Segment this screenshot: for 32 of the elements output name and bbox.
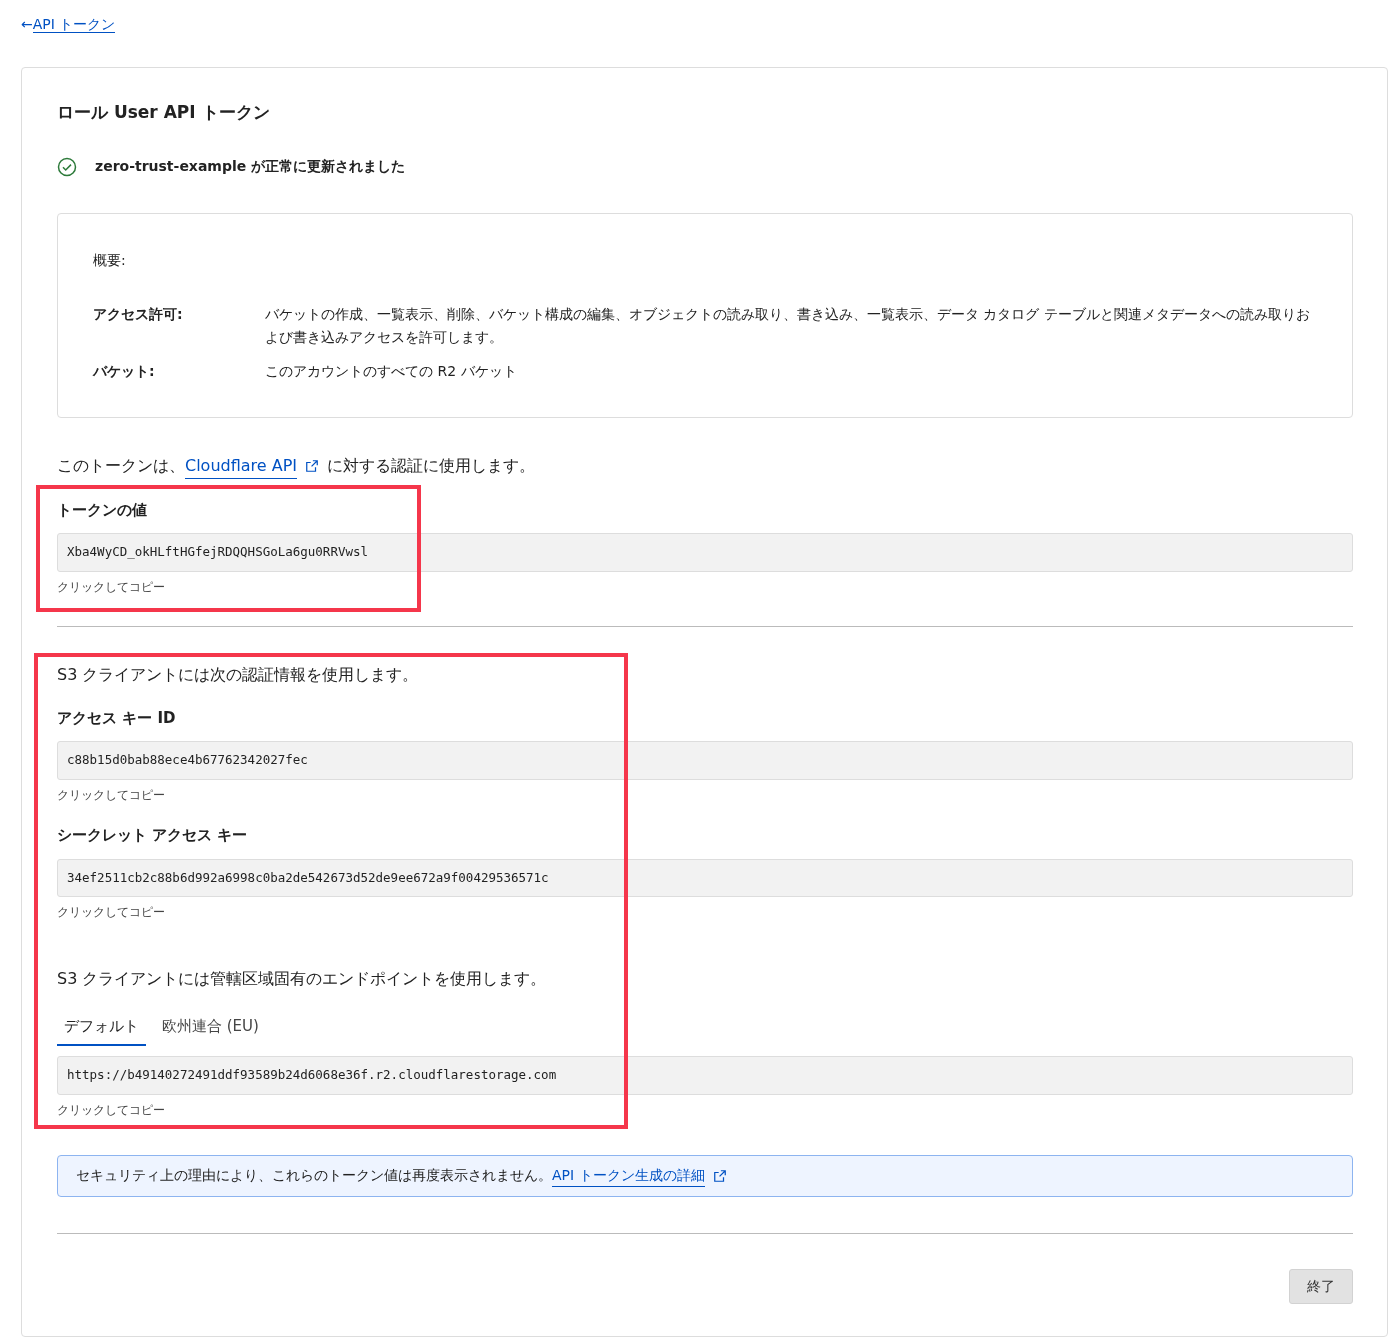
field-label: アクセス キー ID (57, 707, 177, 729)
external-link-icon (712, 1168, 727, 1183)
notice-text: セキュリティ上の理由により、これらのトークン値は再度表示されません。 (76, 1166, 552, 1186)
region-tab[interactable]: 欧州連合 (EU) (155, 1011, 266, 1046)
success-message: zero-trust-example が正常に更新されました (95, 157, 406, 177)
summary-label: アクセス許可: (93, 305, 184, 325)
copy-field[interactable]: 34ef2511cb2c88b6d992a6998c0ba2de542673d52de9ee672a9f00429536571c (57, 858, 1353, 898)
summary-label: バケット: (93, 362, 156, 382)
copy-hint: クリックしてコピー (57, 787, 166, 805)
finish-button[interactable]: 終了 (1289, 1268, 1353, 1304)
check-circle-icon (57, 156, 77, 177)
copy-hint: クリックしてコピー (57, 904, 166, 922)
page-title: ロール User API トークン (57, 102, 271, 123)
section-intro: S3 クライアントには管轄区域固有のエンドポイントを使用します。 (57, 968, 548, 991)
field-label: トークンの値 (57, 499, 148, 521)
section-intro: S3 クライアントには次の認証情報を使用します。 (57, 663, 420, 686)
field-label: シークレット アクセス キー (57, 825, 249, 847)
summary-value: バケットの作成、一覧表示、削除、バケット構成の編集、オブジェクトの読み取り、書き込み、一覧表示、データ カタログ テーブルと関連メタデータへの読み取りおよび書き込みアクセスを許可します。 (265, 305, 1311, 347)
copy-hint: クリックしてコピー (57, 578, 166, 596)
region-tab[interactable]: デフォルト (57, 1011, 146, 1046)
details-link[interactable]: API トークン生成の詳細 (552, 1164, 705, 1187)
copy-hint: クリックしてコピー (57, 1101, 166, 1119)
copy-field[interactable]: Xba4WyCD_okHLftHGfejRDQQHSGoLa6gu0RRVwsl (57, 533, 1353, 572)
usage-text: に対する認証に使用します。 (327, 455, 536, 478)
summary-value: このアカウントのすべての R2 バケット (265, 362, 518, 382)
usage-text: このトークンは、 (57, 455, 185, 478)
copy-field[interactable]: c88b15d0bab88ece4b67762342027fec (57, 741, 1353, 781)
summary-heading: 概要: (93, 251, 127, 271)
copy-field[interactable]: https://b49140272491ddf93589b24d6068e36f.r2.cloudflarestorage.com (57, 1055, 1353, 1095)
api-link[interactable]: Cloudflare API (185, 453, 298, 479)
external-link-icon (305, 459, 320, 474)
back-link[interactable]: ←API トークン (21, 16, 116, 33)
